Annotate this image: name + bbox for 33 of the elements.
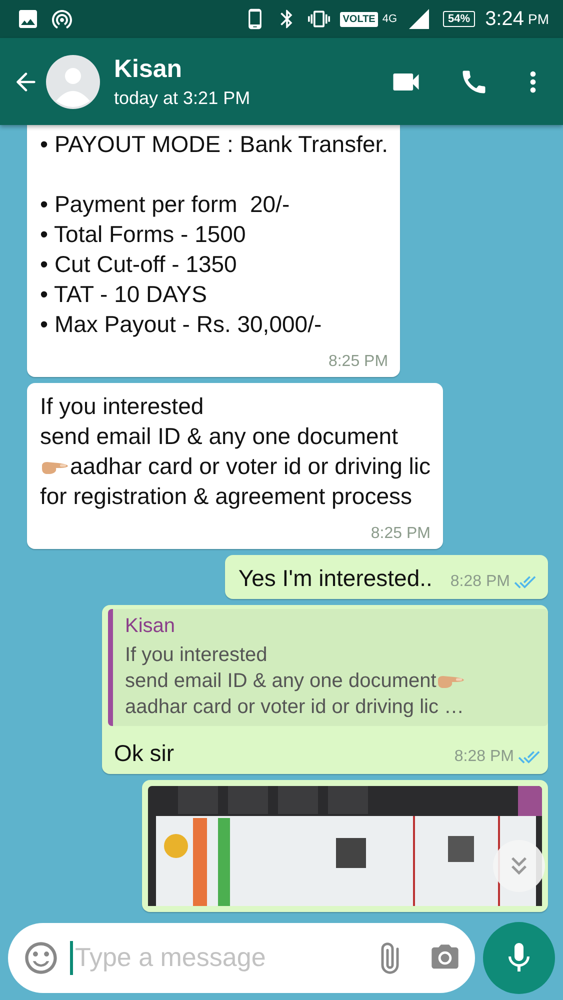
message-text: • Cut Cut-off - 1350	[40, 250, 238, 279]
contact-name[interactable]: Kisan	[114, 54, 353, 84]
quoted-text: aadhar card or voter id or driving lic …	[125, 695, 466, 720]
avatar-icon[interactable]	[46, 54, 100, 108]
message-time: 8:28 PM	[454, 748, 514, 766]
battery-level: 54%	[443, 11, 476, 27]
message-text: • Total Forms - 1500	[40, 220, 247, 249]
message-text: for registration & agreement process	[40, 482, 414, 511]
quoted-author: Kisan	[125, 615, 176, 638]
message-text: • TAT - 10 DAYS	[40, 280, 208, 309]
clock-time: 3:24	[485, 8, 524, 30]
message-text: aadhar card or voter id or driving lic	[40, 451, 430, 481]
message-text: • Max Payout - Rs. 30,000/-	[40, 310, 323, 339]
network-generation: 4G	[382, 13, 398, 25]
message-field[interactable]: Type a message	[8, 922, 475, 992]
message-time: 8:25 PM	[328, 353, 388, 371]
vibrate-icon	[308, 8, 330, 30]
message-text: send email ID & any one document	[40, 422, 399, 451]
message-time: 8:25 PM	[370, 525, 430, 543]
clock-period: PM	[528, 11, 549, 27]
message-time: 8:28 PM	[450, 573, 510, 591]
hotspot-icon	[50, 7, 74, 31]
network-label: VOLTE	[340, 12, 378, 26]
quoted-message[interactable]: Kisan If you interested send email ID & any one document aadhar card or voter id or driving lic …	[108, 609, 548, 726]
last-seen: today at 3:21 PM	[114, 88, 252, 108]
quoted-text: send email ID & any one document	[125, 668, 536, 694]
message-text: Ok sir	[114, 739, 174, 768]
message-text: • PAYOUT MODE : Bank Transfer.	[40, 130, 388, 159]
message-text: Yes I'm interested..	[238, 564, 432, 593]
message-text: • Payment per form 20/-	[40, 190, 291, 219]
gallery-icon	[16, 7, 40, 31]
quoted-text: If you interested	[125, 643, 268, 668]
message-text: If you interested	[40, 392, 205, 421]
